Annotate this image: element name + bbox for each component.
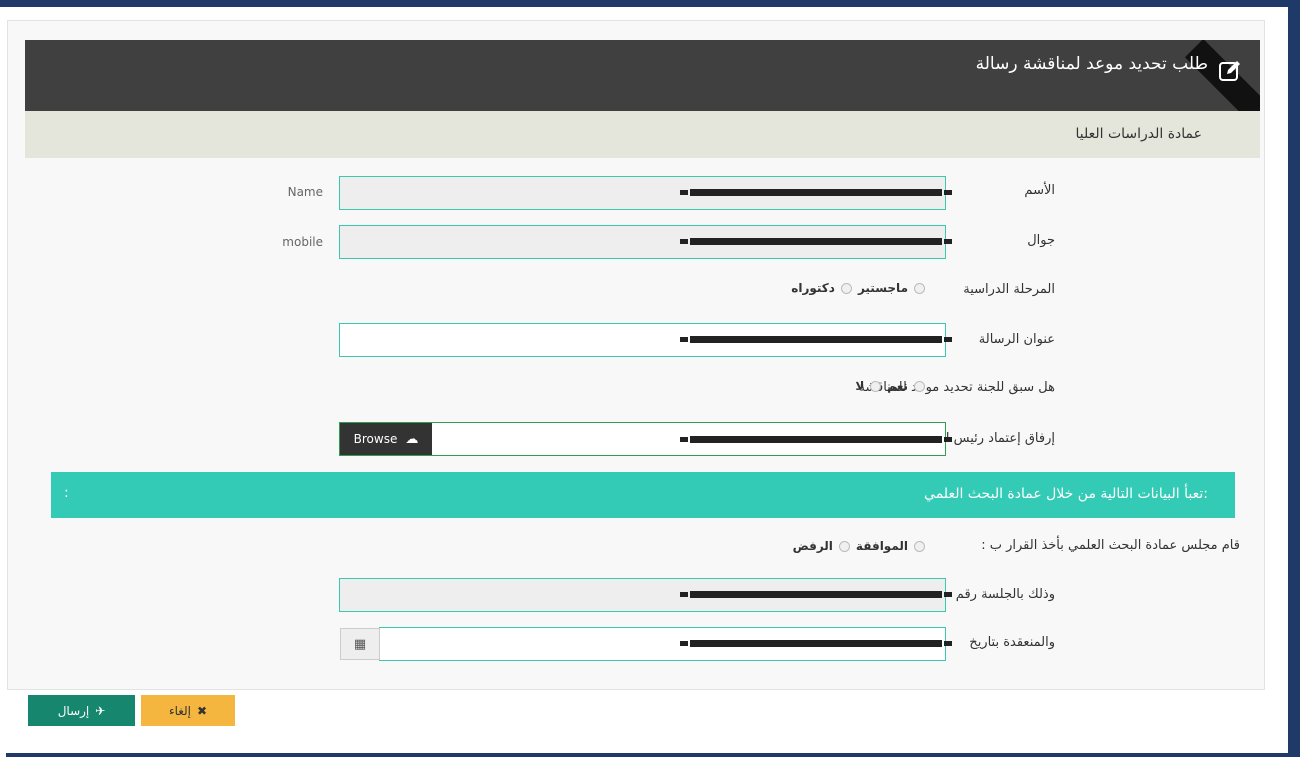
stage-phd-label: دكتوراه bbox=[791, 281, 835, 295]
mobile-en-label: mobile bbox=[282, 235, 323, 249]
stage-phd-radio[interactable] bbox=[840, 282, 852, 294]
name-label: الأسم bbox=[1024, 183, 1055, 198]
calendar-icon: ▦ bbox=[353, 636, 367, 652]
stage-masters-label: ماجستير bbox=[857, 281, 908, 295]
prior-committee-radio-group: نعم لا bbox=[855, 379, 925, 393]
department-bar: عمادة الدراسات العليا bbox=[25, 111, 1260, 158]
prior-no-label: لا bbox=[855, 379, 865, 393]
research-section-title: تعبأ البيانات التالية من خلال عمادة البح… bbox=[924, 486, 1208, 502]
prior-yes-radio[interactable] bbox=[914, 380, 925, 392]
stage-masters-radio[interactable] bbox=[914, 282, 925, 294]
redaction-bar bbox=[680, 238, 952, 245]
thesis-title-label: عنوان الرسالة bbox=[978, 332, 1055, 347]
edit-icon bbox=[1219, 61, 1240, 81]
decision-label: قام مجلس عمادة البحث العلمي بأخذ القرار … bbox=[981, 538, 1240, 553]
send-label: إرسال bbox=[57, 703, 90, 718]
session-date-label: والمنعقدة بتاريخ bbox=[969, 635, 1055, 650]
redaction-bar bbox=[680, 640, 952, 647]
prior-no-radio[interactable] bbox=[870, 380, 882, 392]
close-icon: ✖ bbox=[197, 703, 208, 718]
name-en-label: Name bbox=[287, 185, 323, 199]
window-frame-right bbox=[1288, 0, 1300, 757]
form-title: طلب تحديد موعد لمناقشة رسالة bbox=[975, 54, 1208, 74]
redaction-bar bbox=[680, 436, 952, 443]
browse-label: Browse bbox=[353, 432, 398, 446]
window-frame-top bbox=[0, 0, 1300, 7]
research-section-header: تعبأ البيانات التالية من خلال عمادة البح… bbox=[51, 472, 1235, 518]
window-frame-bottom bbox=[6, 753, 1288, 757]
redaction-bar bbox=[680, 591, 952, 598]
send-button[interactable]: ✈ إرسال bbox=[28, 695, 135, 726]
decision-approve-label: الموافقة bbox=[855, 539, 908, 553]
cancel-button[interactable]: ✖ إلغاء bbox=[141, 695, 235, 726]
send-icon: ✈ bbox=[95, 703, 106, 718]
cancel-label: إلغاء bbox=[168, 703, 192, 718]
decision-reject-radio[interactable] bbox=[838, 540, 850, 552]
form-header: طلب تحديد موعد لمناقشة رسالة bbox=[25, 40, 1260, 111]
decision-reject-label: الرفض bbox=[792, 539, 833, 553]
decision-radio-group: الموافقة الرفض bbox=[793, 539, 925, 553]
department-title: عمادة الدراسات العليا bbox=[1075, 126, 1202, 142]
mobile-label: جوال bbox=[1027, 233, 1055, 248]
cloud-upload-icon: ☁ bbox=[405, 431, 419, 447]
session-number-label: وذلك بالجلسة رقم bbox=[955, 587, 1055, 602]
decision-approve-radio[interactable] bbox=[914, 540, 925, 552]
redaction-bar bbox=[680, 189, 952, 196]
prior-yes-label: نعم bbox=[887, 379, 908, 393]
stage-radio-group: ماجستير دكتوراه bbox=[791, 281, 925, 295]
stage-label: المرحلة الدراسية bbox=[963, 282, 1055, 297]
calendar-button[interactable]: ▦ bbox=[340, 628, 380, 660]
browse-button[interactable]: Browse ☁ bbox=[340, 423, 432, 455]
research-section-colon: : bbox=[64, 485, 69, 501]
redaction-bar bbox=[680, 336, 952, 343]
